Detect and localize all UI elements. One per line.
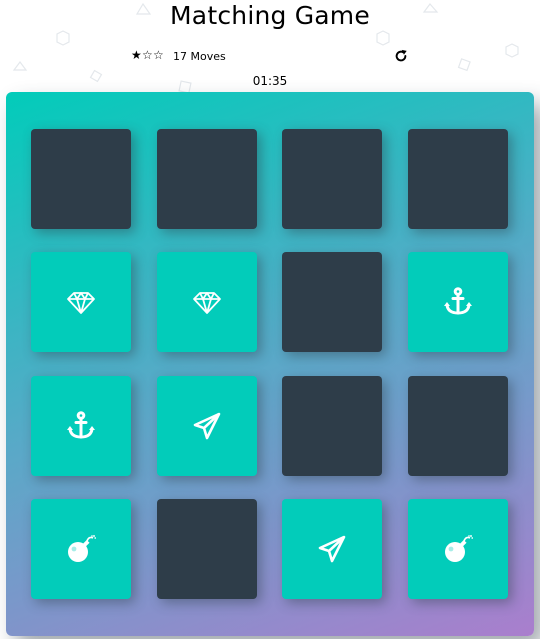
diamond-icon: [191, 286, 223, 318]
card-closed[interactable]: [408, 376, 508, 476]
card-deck: [6, 92, 534, 636]
card-matched[interactable]: [31, 376, 131, 476]
card-matched[interactable]: [282, 499, 382, 599]
game-timer: 01:35: [252, 74, 288, 88]
card-matched[interactable]: [157, 376, 257, 476]
card-matched[interactable]: [31, 252, 131, 352]
star-icon: ☆: [142, 48, 153, 62]
card-matched[interactable]: [31, 499, 131, 599]
card-matched[interactable]: [408, 499, 508, 599]
bomb-icon: [65, 533, 97, 565]
anchor-icon: [442, 286, 474, 318]
bomb-icon: [442, 533, 474, 565]
card-matched[interactable]: [408, 252, 508, 352]
diamond-icon: [65, 286, 97, 318]
star-icon: ☆: [153, 48, 164, 62]
card-closed[interactable]: [31, 129, 131, 229]
card-closed[interactable]: [408, 129, 508, 229]
paper-plane-icon: [316, 533, 348, 565]
card-closed[interactable]: [282, 129, 382, 229]
page-title: Matching Game: [170, 1, 370, 30]
anchor-icon: [65, 410, 97, 442]
card-closed[interactable]: [157, 499, 257, 599]
restart-icon[interactable]: [394, 49, 408, 63]
star-rating: ★ ☆ ☆: [131, 49, 164, 61]
moves-counter: 17 Moves: [173, 50, 226, 63]
score-panel: ★ ☆ ☆ 17 Moves: [131, 49, 411, 67]
card-closed[interactable]: [282, 252, 382, 352]
star-icon: ★: [131, 48, 142, 62]
card-matched[interactable]: [157, 252, 257, 352]
card-closed[interactable]: [282, 376, 382, 476]
card-closed[interactable]: [157, 129, 257, 229]
paper-plane-icon: [191, 410, 223, 442]
